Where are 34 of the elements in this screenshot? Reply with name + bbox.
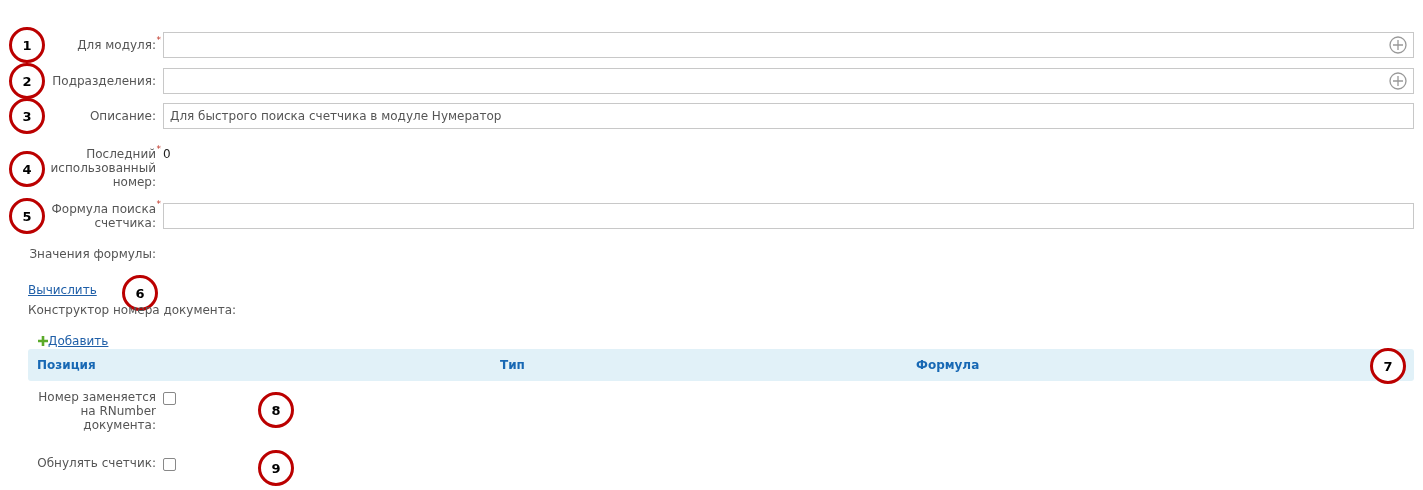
callout-badge: 7 <box>1370 348 1406 384</box>
required-mark: * <box>156 143 161 156</box>
column-header: Тип <box>500 358 525 372</box>
checkbox[interactable] <box>163 458 176 471</box>
add-icon[interactable] <box>1389 36 1407 54</box>
checkbox[interactable] <box>163 392 176 405</box>
input-field[interactable] <box>163 68 1414 94</box>
input-field[interactable] <box>163 203 1414 229</box>
column-header: Формула <box>916 358 980 372</box>
plus-icon[interactable] <box>38 336 48 346</box>
field-label: Формула поиска счетчика: <box>50 202 156 230</box>
callout-badge: 5 <box>9 198 45 234</box>
column-header: Позиция <box>37 358 96 372</box>
field-value: 0 <box>163 147 171 161</box>
input-field[interactable] <box>163 32 1414 58</box>
callout-badge: 1 <box>9 27 45 63</box>
callout-badge: 2 <box>9 63 45 99</box>
checkbox-label: Номер заменяется на RNumber документа: <box>37 390 156 432</box>
field-label: Значения формулы: <box>29 247 156 261</box>
callout-badge: 3 <box>9 98 45 134</box>
add-icon[interactable] <box>1389 72 1407 90</box>
compute-link[interactable]: Вычислить <box>28 283 97 297</box>
field-label: Описание: <box>89 109 156 123</box>
checkbox-label: Обнулять счетчик: <box>37 456 156 470</box>
field-label: Подразделения: <box>52 74 156 88</box>
required-mark: * <box>156 34 161 47</box>
callout-badge: 9 <box>258 450 294 486</box>
add-link[interactable]: Добавить <box>48 334 109 348</box>
callout-badge: 4 <box>9 151 45 187</box>
required-mark: * <box>156 198 161 211</box>
field-label: Последний использованный номер: <box>49 147 156 189</box>
callout-badge: 8 <box>258 392 294 428</box>
input-field[interactable]: Для быстрого поиска счетчика в модуле Нумератор <box>163 103 1414 129</box>
field-label: Для модуля: <box>77 38 156 52</box>
